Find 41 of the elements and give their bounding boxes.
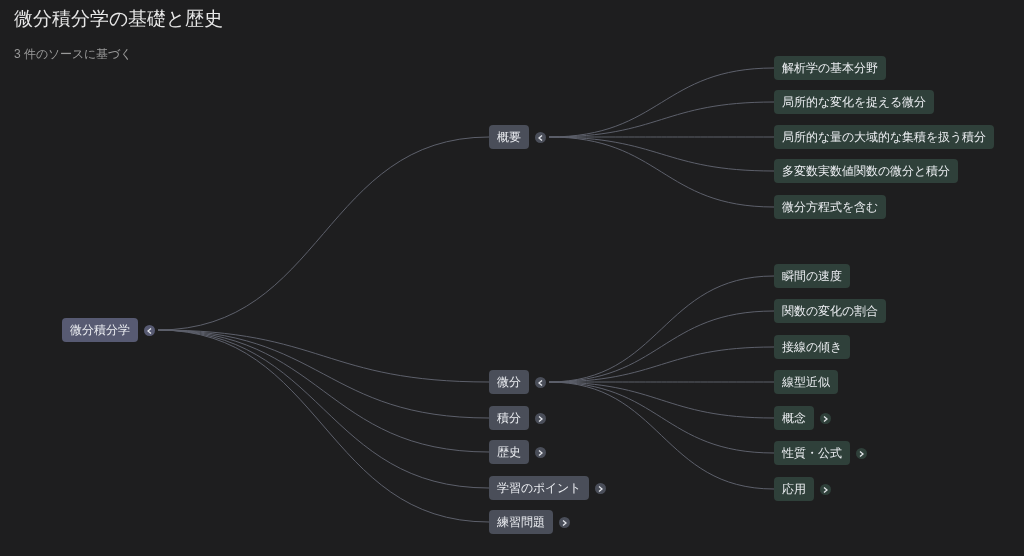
mindmap-node[interactable]: 局所的な量の大域的な集積を扱う積分 xyxy=(774,125,994,149)
chevron-right-icon xyxy=(823,486,828,493)
mindmap-node[interactable]: 多変数実数値関数の微分と積分 xyxy=(774,159,958,183)
expand-toggle[interactable] xyxy=(535,447,546,458)
page-title: 微分積分学の基礎と歴史 xyxy=(14,7,223,31)
expand-toggle[interactable] xyxy=(559,517,570,528)
mindmap-node[interactable]: 練習問題 xyxy=(489,510,553,534)
mindmap-node[interactable]: 概念 xyxy=(774,406,814,430)
chevron-left-icon xyxy=(538,379,543,386)
mindmap-node[interactable]: 解析学の基本分野 xyxy=(774,56,886,80)
expand-toggle[interactable] xyxy=(535,132,546,143)
mindmap-node[interactable]: 積分 xyxy=(489,406,529,430)
mindmap-node[interactable]: 歴史 xyxy=(489,440,529,464)
mindmap-node[interactable]: 瞬間の速度 xyxy=(774,264,850,288)
expand-toggle[interactable] xyxy=(820,413,831,424)
chevron-right-icon xyxy=(598,485,603,492)
chevron-right-icon xyxy=(823,415,828,422)
expand-toggle[interactable] xyxy=(820,484,831,495)
mindmap-node[interactable]: 性質・公式 xyxy=(774,441,850,465)
chevron-right-icon xyxy=(538,415,543,422)
chevron-right-icon xyxy=(538,449,543,456)
chevron-right-icon xyxy=(859,450,864,457)
source-count: 3 件のソースに基づく xyxy=(14,46,132,62)
expand-toggle[interactable] xyxy=(535,413,546,424)
mindmap-node[interactable]: 微分 xyxy=(489,370,529,394)
expand-toggle[interactable] xyxy=(856,448,867,459)
mindmap-node[interactable]: 関数の変化の割合 xyxy=(774,299,886,323)
chevron-left-icon xyxy=(538,134,543,141)
mindmap-node[interactable]: 学習のポイント xyxy=(489,476,589,500)
mindmap-node[interactable]: 微分積分学 xyxy=(62,318,138,342)
expand-toggle[interactable] xyxy=(595,483,606,494)
expand-toggle[interactable] xyxy=(535,377,546,388)
mindmap-node[interactable]: 接線の傾き xyxy=(774,335,850,359)
mindmap-node[interactable]: 微分方程式を含む xyxy=(774,195,886,219)
mindmap-node[interactable]: 線型近似 xyxy=(774,370,838,394)
chevron-left-icon xyxy=(147,327,152,334)
chevron-right-icon xyxy=(562,519,567,526)
mindmap-node[interactable]: 応用 xyxy=(774,477,814,501)
mindmap-node[interactable]: 概要 xyxy=(489,125,529,149)
mindmap-node[interactable]: 局所的な変化を捉える微分 xyxy=(774,90,934,114)
expand-toggle[interactable] xyxy=(144,325,155,336)
